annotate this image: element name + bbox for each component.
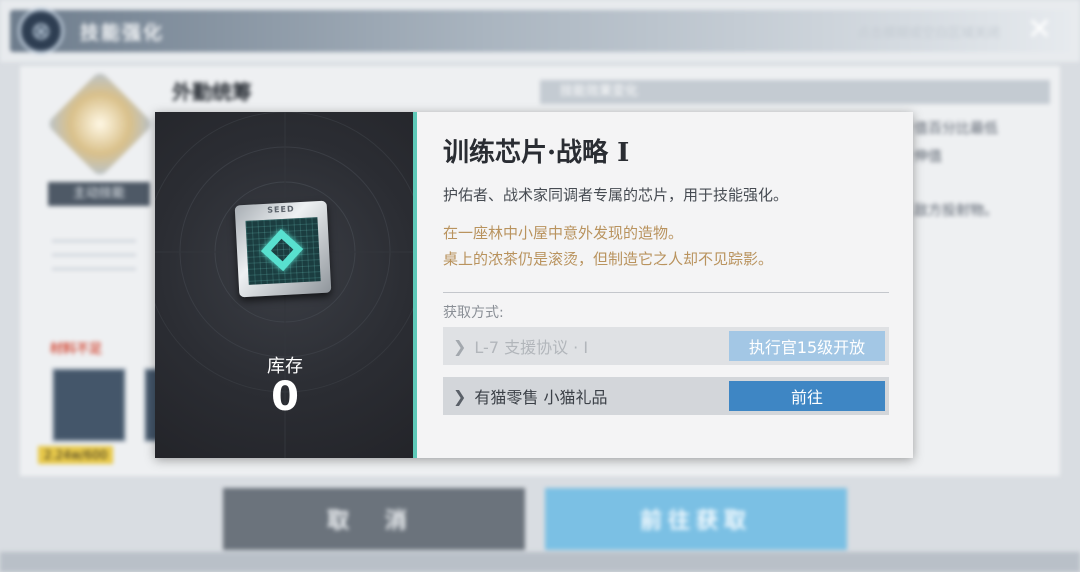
flavor-line: 桌上的浓茶仍是滚烫，但制造它之人却不见踪影。 bbox=[443, 250, 774, 268]
divider bbox=[443, 292, 889, 293]
stock-value: 0 bbox=[271, 374, 299, 420]
effect-text: 伸值 bbox=[914, 149, 942, 165]
divider-line bbox=[52, 268, 136, 270]
item-preview-panel: SEED 库存 0 bbox=[155, 112, 415, 458]
chip-label: SEED bbox=[267, 204, 295, 215]
source-name: L-7 支援协议 · I bbox=[474, 338, 589, 357]
app-logo-icon: ⊗ bbox=[18, 8, 64, 54]
bottom-strip bbox=[0, 552, 1080, 572]
source-row-locked: ❯ L-7 支援协议 · I 执行官15级开放 bbox=[443, 327, 889, 365]
source-row-available[interactable]: ❯ 有猫零售 小猫礼品 前往 bbox=[443, 377, 889, 415]
window-title: 技能强化 bbox=[80, 22, 165, 44]
divider-line bbox=[52, 240, 136, 242]
item-flavor-text: 在一座林中小屋中意外发现的造物。 桌上的浓茶仍是滚烫，但制造它之人却不见踪影。 bbox=[443, 220, 773, 272]
goto-acquire-button[interactable]: 前往获取 bbox=[545, 488, 847, 550]
chevron-right-icon: ❯ bbox=[453, 386, 467, 406]
materials-label: 材料不足 bbox=[50, 342, 103, 357]
item-title: 训练芯片·战略 I bbox=[443, 138, 630, 168]
item-detail-modal: SEED 库存 0 训练芯片·战略 I 护佑者、战术家同调者专属的芯片，用于技能… bbox=[155, 112, 913, 458]
material-count: 2.24w/600 bbox=[38, 446, 114, 464]
item-description: 护佑者、战术家同调者专属的芯片，用于技能强化。 bbox=[443, 186, 789, 204]
source-go-button[interactable]: 前往 bbox=[729, 381, 885, 411]
chip-icon: SEED bbox=[234, 200, 332, 298]
source-name: 有猫零售 小猫礼品 bbox=[474, 388, 608, 407]
material-slot[interactable] bbox=[52, 368, 126, 442]
cancel-button[interactable]: 取 消 bbox=[223, 488, 525, 550]
chip-core bbox=[245, 217, 321, 285]
skill-name: 外勤统筹 bbox=[172, 80, 252, 104]
effect-text: 敌方投射物。 bbox=[914, 203, 998, 219]
close-hint: 点击模糊或空白区域关闭 bbox=[856, 26, 1000, 41]
effect-text: 值百分比最低 bbox=[914, 121, 998, 137]
flavor-line: 在一座林中小屋中意外发现的造物。 bbox=[443, 224, 684, 242]
chevron-right-icon: ❯ bbox=[453, 336, 467, 356]
effect-header: 技能效果变化 bbox=[540, 80, 1050, 104]
close-icon[interactable]: ✕ bbox=[1027, 12, 1052, 48]
acquire-method-label: 获取方式: bbox=[443, 305, 504, 321]
diamond-icon bbox=[260, 228, 304, 272]
divider-line bbox=[52, 254, 136, 256]
skill-type-tag: 主动技能 bbox=[48, 182, 150, 206]
item-info-panel: 训练芯片·战略 I 护佑者、战术家同调者专属的芯片，用于技能强化。 在一座林中小… bbox=[417, 112, 913, 458]
source-locked-button[interactable]: 执行官15级开放 bbox=[729, 331, 885, 361]
